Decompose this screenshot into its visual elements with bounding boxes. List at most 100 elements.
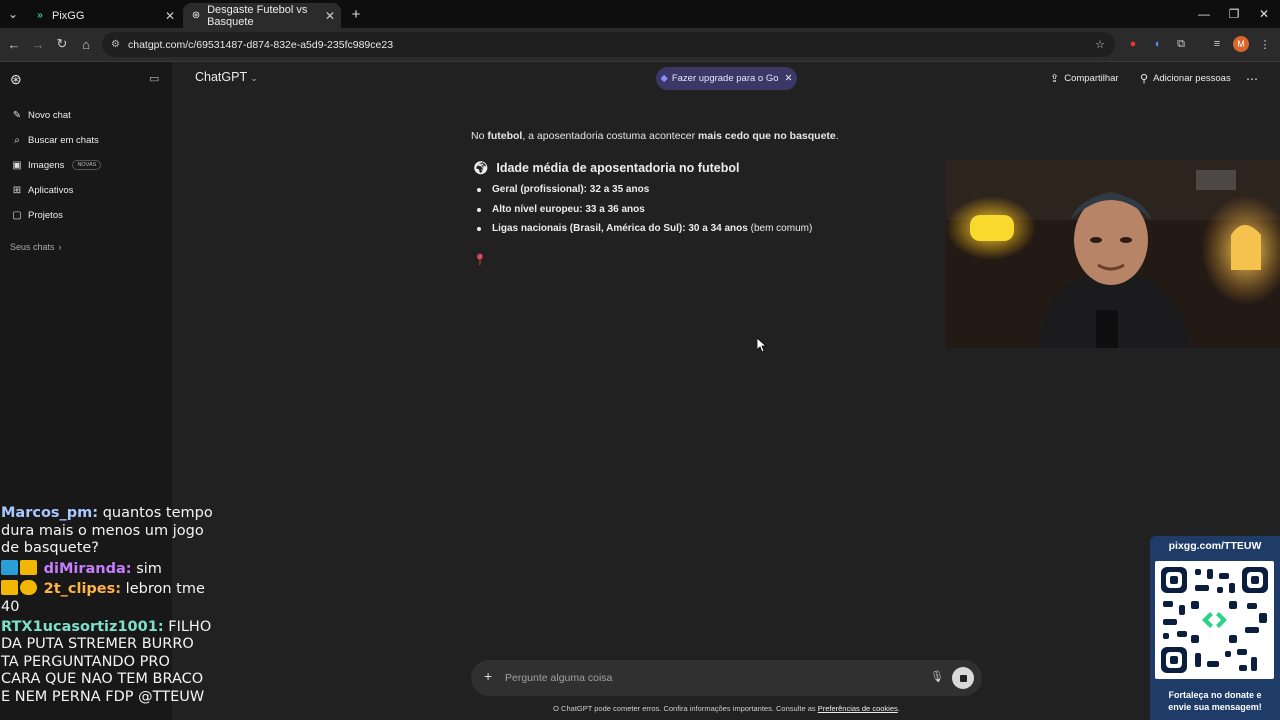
- cookie-preferences-link[interactable]: Preferências de cookies: [818, 704, 898, 713]
- upgrade-pill[interactable]: ◆ Fazer upgrade para o Go ✕: [656, 67, 797, 90]
- intro-bold: mais cedo que no basquete: [698, 130, 836, 142]
- composer-input[interactable]: Pergunte alguma coisa: [505, 672, 612, 684]
- folder-icon: ▢: [12, 209, 22, 221]
- pixgg-donation-panel: pixgg.com/TTEUW Fortaleça no donate e en…: [1150, 536, 1280, 720]
- list-item: Alto nível europeu: 33 a 36 anos: [476, 204, 812, 224]
- sidebar-item-images[interactable]: ▣ Imagens NOVAS: [10, 155, 102, 175]
- list-item-bold: Alto nível europeu: 33 a 36 anos: [492, 203, 645, 215]
- section-heading: 🌍︎ Idade média de aposentadoria no futeb…: [473, 161, 739, 176]
- close-window-button[interactable]: ✕: [1248, 0, 1280, 28]
- sidebar-item-label: Imagens: [28, 159, 65, 171]
- message-composer[interactable]: + Pergunte alguma coisa 🎙︎: [471, 660, 982, 696]
- crown-badge-icon: [20, 559, 37, 575]
- browser-toolbar: ← → ↻ ⌂ ⚙ chatgpt.com/c/69531487-d874-83…: [0, 28, 1280, 62]
- person-icon: ⚲: [1140, 73, 1149, 85]
- your-chats-section[interactable]: Seus chats ›: [10, 237, 62, 257]
- assistant-intro: No futebol, a aposentadoria costuma acon…: [471, 130, 931, 142]
- extensions-icon[interactable]: ⧉: [1173, 36, 1189, 52]
- back-button[interactable]: ←: [4, 34, 24, 54]
- upgrade-label: Fazer upgrade para o Go: [671, 73, 779, 84]
- sidebar-item-label: Aplicativos: [28, 184, 74, 196]
- chatgpt-icon: ⊛: [191, 10, 201, 21]
- add-attachment-icon[interactable]: +: [484, 668, 492, 684]
- microphone-icon[interactable]: 🎙︎: [930, 670, 944, 683]
- list-item-bold: Geral (profissional): 32 a 35 anos: [492, 184, 650, 195]
- forward-button[interactable]: →: [28, 34, 48, 54]
- media-control-icon[interactable]: ≡: [1209, 36, 1225, 52]
- openai-logo-icon[interactable]: ⊛: [10, 71, 22, 88]
- chevron-right-icon: ›: [58, 242, 62, 252]
- close-icon[interactable]: ✕: [785, 73, 793, 84]
- stream-chat-overlay: Marcos_pm: quantos tempo dura mais o men…: [1, 505, 213, 709]
- model-selector[interactable]: ChatGPT ⌄: [195, 70, 258, 84]
- tab-chatgpt[interactable]: ⊛ Desgaste Futebol vs Basquete ✕: [183, 3, 341, 28]
- intro-text: .: [835, 130, 839, 142]
- reload-button[interactable]: ↻: [52, 34, 72, 54]
- share-button[interactable]: ⇪ Compartilhar: [1050, 72, 1119, 85]
- edit-icon: ✎: [12, 109, 22, 121]
- close-tab-icon[interactable]: ✕: [325, 9, 335, 23]
- add-people-label: Adicionar pessoas: [1153, 73, 1231, 84]
- address-bar[interactable]: ⚙ chatgpt.com/c/69531487-d874-832e-a5d9-…: [102, 32, 1115, 57]
- disclaimer-text: O ChatGPT pode cometer erros. Confira in…: [553, 704, 818, 713]
- chat-username: diMiranda:: [43, 560, 132, 577]
- tab-search-button[interactable]: ⌄: [2, 0, 24, 28]
- browser-menu-icon[interactable]: ⋮: [1257, 36, 1273, 52]
- share-label: Compartilhar: [1064, 73, 1119, 84]
- url-text: chatgpt.com/c/69531487-d874-832e-a5d9-23…: [128, 38, 394, 51]
- cta-line: envie sua mensagem!: [1168, 701, 1262, 712]
- tab-title: PixGG: [52, 9, 85, 22]
- chat-message: diMiranda: sim: [1, 559, 213, 579]
- pixgg-url: pixgg.com/TTEUW: [1168, 540, 1262, 552]
- retirement-list: Geral (profissional): 32 a 35 anos Alto …: [476, 184, 812, 243]
- list-item-rest: (bem comum): [747, 223, 813, 234]
- chat-message: RTX1ucasortiz1001: FILHO DA PUTA STREMER…: [1, 619, 213, 707]
- crown-badge-icon: [1, 580, 18, 596]
- minimize-button[interactable]: —: [1188, 0, 1220, 28]
- qr-code: [1155, 561, 1274, 679]
- grid-icon: ⊞: [12, 184, 22, 196]
- stop-icon: [959, 674, 967, 682]
- sidebar-item-apps[interactable]: ⊞ Aplicativos: [10, 180, 74, 200]
- site-info-icon[interactable]: ⚙: [111, 39, 120, 50]
- profile-avatar[interactable]: M: [1233, 36, 1249, 52]
- pixgg-cta: Fortaleça no donate e envie sua mensagem…: [1150, 690, 1280, 713]
- sidebar-item-search[interactable]: ⌕ Buscar em chats: [10, 130, 99, 150]
- globe-icon: 🌍︎: [473, 161, 489, 175]
- close-tab-icon[interactable]: ✕: [165, 9, 175, 23]
- chat-username: 2t_clipes:: [43, 581, 122, 598]
- search-icon: ⌕: [14, 134, 20, 146]
- chat-username: RTX1ucasortiz1001:: [1, 618, 164, 635]
- more-options-icon[interactable]: ⋯: [1246, 72, 1258, 86]
- sidebar-item-new-chat[interactable]: ✎ Novo chat: [10, 105, 71, 125]
- intro-text: , a aposentadoria costuma acontecer: [522, 130, 699, 142]
- heading-text: Idade média de aposentadoria no futebol: [496, 161, 740, 175]
- sidebar-item-label: Buscar em chats: [28, 134, 99, 146]
- sparkle-icon: ◆: [660, 73, 668, 84]
- mouse-cursor-icon: [757, 338, 767, 353]
- list-item: Ligas nacionais (Brasil, América do Sul)…: [476, 223, 812, 243]
- qr-code-image: [1161, 567, 1268, 673]
- rank-badge-icon: [20, 580, 37, 596]
- toggle-sidebar-icon[interactable]: ▭: [149, 72, 159, 85]
- add-people-button[interactable]: ⚲ Adicionar pessoas: [1140, 72, 1231, 85]
- stop-generating-button[interactable]: [952, 667, 974, 689]
- bookmark-star-icon[interactable]: ☆: [1092, 36, 1108, 52]
- chat-text: sim: [131, 560, 162, 577]
- new-tab-button[interactable]: +: [340, 0, 372, 28]
- model-name: ChatGPT: [195, 70, 247, 84]
- browser-tab-bar: ⌄ » PixGG ✕ ⊛ Desgaste Futebol vs Basque…: [0, 0, 1280, 28]
- disclaimer-text: .: [897, 704, 900, 713]
- cta-line: Fortaleça no donate e: [1168, 690, 1262, 700]
- restore-button[interactable]: ❐: [1218, 0, 1250, 28]
- webcam-image: [946, 160, 1280, 348]
- home-button[interactable]: ⌂: [76, 34, 96, 54]
- pixgg-icon: »: [37, 10, 43, 21]
- chat-username: Marcos_pm:: [1, 505, 99, 521]
- list-item: Geral (profissional): 32 a 35 anos: [476, 184, 812, 204]
- sidebar-item-projects[interactable]: ▢ Projetos: [10, 205, 63, 225]
- extension-audio-icon[interactable]: ◖: [1149, 36, 1165, 52]
- tab-pixgg[interactable]: » PixGG ✕: [26, 3, 181, 28]
- extension-red-icon[interactable]: ●: [1125, 36, 1141, 52]
- pin-icon: 📍︎: [473, 254, 487, 266]
